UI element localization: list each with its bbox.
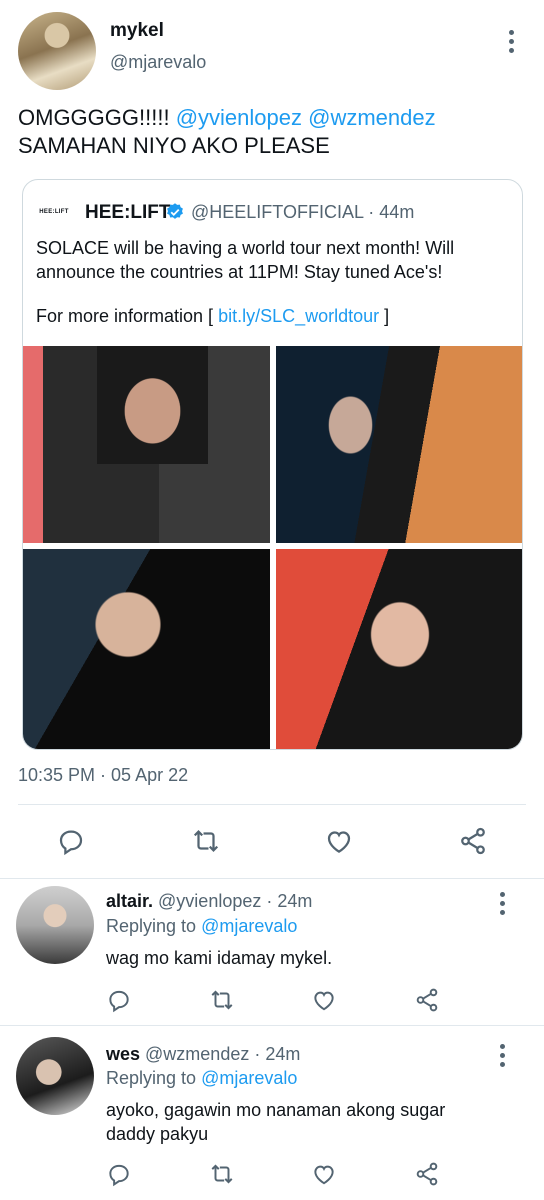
retweet-icon[interactable] xyxy=(190,826,222,856)
mention-link[interactable]: @wzmendez xyxy=(308,105,436,130)
quoted-info: For more information [ bit.ly/SLC_worldt… xyxy=(36,304,511,328)
tweet-text: OMGGGGG!!!!! @yvienlopez @wzmendez SAMAH… xyxy=(18,104,528,160)
tweet-text-start: OMGGGGG!!!!! xyxy=(18,105,176,130)
avatar[interactable] xyxy=(16,1037,94,1115)
reply-display-name[interactable]: altair. xyxy=(106,891,153,911)
share-icon[interactable] xyxy=(414,987,440,1013)
photo-1[interactable] xyxy=(23,346,270,543)
reply-display-name[interactable]: wes xyxy=(106,1044,140,1064)
share-icon[interactable] xyxy=(414,1161,440,1187)
avatar[interactable] xyxy=(16,886,94,964)
verified-icon xyxy=(167,203,183,219)
logo-text: HEE:LIFT xyxy=(39,209,69,215)
photo-3[interactable] xyxy=(23,549,270,749)
quoted-tweet[interactable]: HEE:LIFT HEE:LIFT @HEELIFTOFFICIAL · 44m… xyxy=(22,179,523,750)
user-handle[interactable]: @mjarevalo xyxy=(110,52,206,73)
quoted-display-name: HEE:LIFT xyxy=(85,202,171,223)
avatar[interactable] xyxy=(18,12,96,90)
replying-to: Replying to @mjarevalo xyxy=(106,1068,297,1089)
photo-4[interactable] xyxy=(276,549,522,749)
reply-text: ayoko, gagawin mo nanaman akong sugar da… xyxy=(106,1100,446,1144)
reply-icon[interactable] xyxy=(56,826,86,856)
reply-text: wag mo kami idamay mykel. xyxy=(106,948,333,968)
reply-tweet[interactable]: wes @wzmendez · 24m Replying to @mjareva… xyxy=(0,1025,544,1200)
more-icon[interactable] xyxy=(509,30,515,57)
reply-header[interactable]: wes @wzmendez · 24m xyxy=(106,1044,300,1065)
retweet-icon[interactable] xyxy=(208,1161,236,1187)
display-name[interactable]: mykel xyxy=(110,20,164,42)
replying-to-link[interactable]: @mjarevalo xyxy=(201,916,297,936)
more-icon[interactable] xyxy=(500,892,506,919)
more-icon[interactable] xyxy=(500,1044,506,1071)
like-icon[interactable] xyxy=(311,1161,337,1187)
quoted-text: SOLACE will be having a world tour next … xyxy=(36,238,455,282)
like-icon[interactable] xyxy=(324,826,354,856)
reply-tweet[interactable]: altair. @yvienlopez · 24m Replying to @m… xyxy=(0,878,544,1024)
divider xyxy=(18,804,526,805)
mention-link[interactable]: @yvienlopez xyxy=(176,105,302,130)
replying-to-link[interactable]: @mjarevalo xyxy=(201,1068,297,1088)
tweet-text-line2: SAMAHAN NIYO AKO PLEASE xyxy=(18,133,330,158)
reply-header[interactable]: altair. @yvienlopez · 24m xyxy=(106,891,312,912)
replying-prefix: Replying to xyxy=(106,916,202,936)
info-link[interactable]: bit.ly/SLC_worldtour xyxy=(218,306,379,326)
reply-handle-time: @yvienlopez · 24m xyxy=(153,891,313,911)
share-icon[interactable] xyxy=(458,826,488,856)
replying-prefix: Replying to xyxy=(106,1068,202,1088)
quoted-handle-time: @HEELIFTOFFICIAL · 44m xyxy=(191,202,415,222)
replying-to: Replying to @mjarevalo xyxy=(106,916,297,937)
reply-handle-time: @wzmendez · 24m xyxy=(140,1044,301,1064)
like-icon[interactable] xyxy=(311,987,337,1013)
info-suffix: ] xyxy=(379,306,390,326)
reply-icon[interactable] xyxy=(106,987,132,1013)
quoted-avatar: HEE:LIFT xyxy=(37,202,71,222)
photo-2[interactable] xyxy=(276,346,522,543)
tweet-timestamp[interactable]: 10:35 PM · 05 Apr 22 xyxy=(18,765,188,786)
reply-icon[interactable] xyxy=(106,1161,132,1187)
info-prefix: For more information [ xyxy=(36,306,219,326)
retweet-icon[interactable] xyxy=(208,987,236,1013)
